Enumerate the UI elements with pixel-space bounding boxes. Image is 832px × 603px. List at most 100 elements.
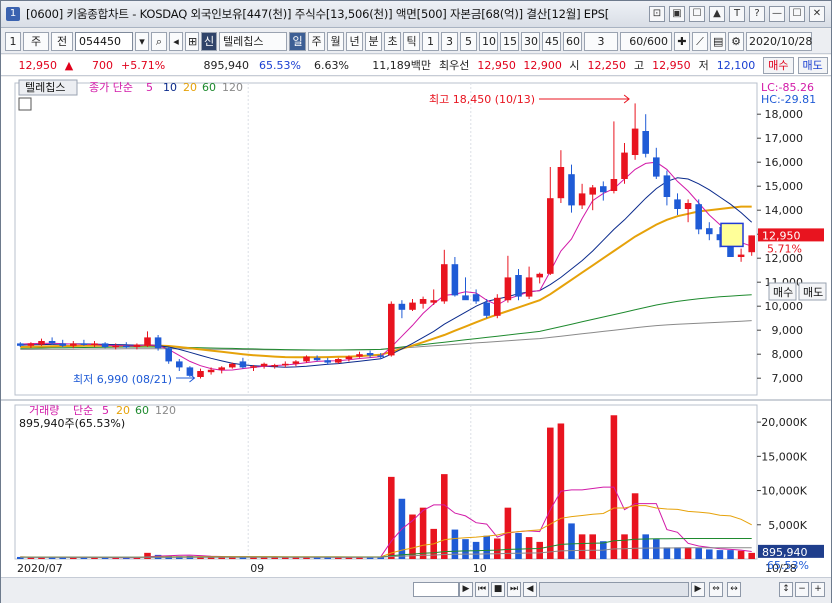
volume-bar [578, 534, 586, 559]
sell-order-button[interactable]: 매도 [797, 56, 828, 74]
zoom-in-icon[interactable]: ↕ [779, 582, 793, 597]
candle-body [547, 198, 554, 274]
stock-name-field[interactable]: 텔레칩스 [219, 31, 287, 51]
last-price-tag-text: 12,950 [762, 229, 801, 242]
tab-day[interactable]: 일 [289, 31, 306, 51]
volume-value-label: 895,940주(65.53%) [19, 417, 125, 430]
ask-price: 12,950 [477, 58, 516, 72]
buy-order-button[interactable]: 매수 [763, 56, 794, 74]
ma10-line [20, 177, 753, 368]
candle-body [589, 187, 596, 195]
prev-button[interactable]: 전 [51, 31, 73, 51]
scroll-first-icon[interactable]: ⏮ [475, 582, 489, 597]
text-icon[interactable]: T [729, 6, 745, 22]
scroll-next-icon[interactable]: ▶ [691, 582, 705, 597]
close-icon[interactable]: ✕ [809, 6, 825, 22]
candle-body [112, 345, 119, 348]
scroll-stop-icon[interactable]: ■ [491, 582, 505, 597]
volume-tick-label: 20,000K [761, 416, 807, 429]
custom-period-select[interactable]: 3 [584, 31, 618, 51]
minimize-icon[interactable]: — [769, 6, 785, 22]
candle-body [695, 204, 702, 230]
save-icon[interactable]: ▤ [710, 31, 726, 51]
candle-body [536, 273, 543, 278]
candle-body [70, 343, 77, 346]
line-tool-icon[interactable]: ⟋ [692, 31, 708, 51]
grid-toggle-icon[interactable] [18, 97, 32, 111]
app-number-icon[interactable]: 1 [6, 7, 20, 21]
candle-body [38, 341, 45, 345]
minute-10-button[interactable]: 10 [479, 31, 498, 51]
count-field[interactable]: 60/600 [620, 31, 672, 51]
crosshair-icon[interactable]: ✚ [674, 31, 690, 51]
tab-second[interactable]: 초 [384, 31, 401, 51]
ma-legend-period: 120 [222, 81, 243, 94]
scroll-right-icon[interactable]: ▶ [459, 582, 473, 597]
tab-minute[interactable]: 분 [365, 31, 382, 51]
volume-bar [695, 548, 702, 559]
minute-3-button[interactable]: 3 [441, 31, 458, 51]
candle-body [525, 277, 533, 297]
candle-body [441, 264, 448, 302]
layout-icon[interactable]: ⊡ [649, 6, 665, 22]
scroll-track[interactable] [413, 582, 459, 597]
scroll-thumb[interactable] [539, 582, 689, 597]
num-box[interactable]: 1 [5, 31, 21, 51]
candle-body [653, 157, 660, 177]
search-icon[interactable]: ⌕ [151, 31, 167, 51]
tab-month[interactable]: 월 [327, 31, 344, 51]
scroll-last-icon[interactable]: ⏭ [507, 582, 521, 597]
volume-tick-label: 15,000K [761, 450, 807, 463]
minute-45-button[interactable]: 45 [542, 31, 561, 51]
chart-area[interactable]: 7,0008,0009,00010,00011,00012,00013,0001… [1, 77, 831, 577]
zoom-expand-icon[interactable]: ↔ [727, 582, 741, 597]
candle-body [451, 264, 459, 296]
candle-body [610, 179, 618, 191]
period-unit-select[interactable]: 주 [23, 31, 49, 51]
change-percent: +5.71% [121, 58, 166, 72]
tab-year[interactable]: 년 [346, 31, 363, 51]
gear-icon[interactable]: ⚙ [728, 31, 744, 51]
volume-bar [547, 427, 554, 559]
select-icon[interactable]: ⊞ [185, 31, 199, 51]
maximize-icon[interactable]: ☐ [789, 6, 805, 22]
volume-legend[interactable]: 거래량 단순 5 20 60 120 895,940주(65.53%) [19, 404, 176, 430]
zoom-out-icon[interactable]: − [795, 582, 809, 597]
tab-week[interactable]: 주 [308, 31, 325, 51]
up-icon[interactable]: ▲ [709, 6, 725, 22]
candle-body [684, 203, 692, 209]
minute-5-button[interactable]: 5 [460, 31, 477, 51]
chart-svg[interactable]: 7,0008,0009,00010,00011,00012,00013,0001… [1, 77, 831, 577]
minute-30-button[interactable]: 30 [521, 31, 540, 51]
sound-icon[interactable]: ◂ [169, 31, 183, 51]
current-price: 12,950 [18, 58, 58, 72]
frame-icon[interactable]: ☐ [689, 6, 705, 22]
volume-ma-legend-period: 20 [116, 404, 130, 417]
bid-price: 12,900 [523, 58, 562, 72]
low-arrow-icon [176, 373, 196, 383]
stock-label: 텔레칩스 [25, 81, 65, 94]
tile-icon[interactable]: ▣ [669, 6, 685, 22]
volume-bar [589, 534, 596, 559]
minute-1-button[interactable]: 1 [422, 31, 439, 51]
volume-bar [568, 523, 575, 559]
volume-ma-lines [20, 486, 752, 559]
minute-15-button[interactable]: 15 [500, 31, 519, 51]
code-dropdown-icon[interactable]: ▾ [135, 31, 149, 51]
stock-code-input[interactable] [75, 31, 133, 51]
low-price: 12,100 [716, 58, 756, 72]
scroll-left-icon[interactable]: ◀ [523, 582, 537, 597]
chart-window: 1 [0600] 키움종합차트 - KOSDAQ 외국인보유[447(천)] 주… [0, 0, 832, 603]
current-candle-highlight[interactable] [720, 222, 744, 248]
zoom-fit-icon[interactable]: ⇔ [709, 582, 723, 597]
add-icon[interactable]: + [811, 582, 825, 597]
volume-bar [419, 507, 427, 559]
price-legend[interactable]: 텔레칩스 종가 단순 5 10 20 60 120 [18, 79, 243, 96]
tab-tick[interactable]: 틱 [403, 31, 420, 51]
price-tick-label: 14,000 [765, 204, 804, 217]
help-icon[interactable]: ? [749, 6, 765, 22]
date-field[interactable]: 2020/10/28 [746, 31, 812, 51]
minute-60-button[interactable]: 60 [563, 31, 582, 51]
volume-ma-legend-period: 120 [155, 404, 176, 417]
candle-body [366, 353, 374, 356]
